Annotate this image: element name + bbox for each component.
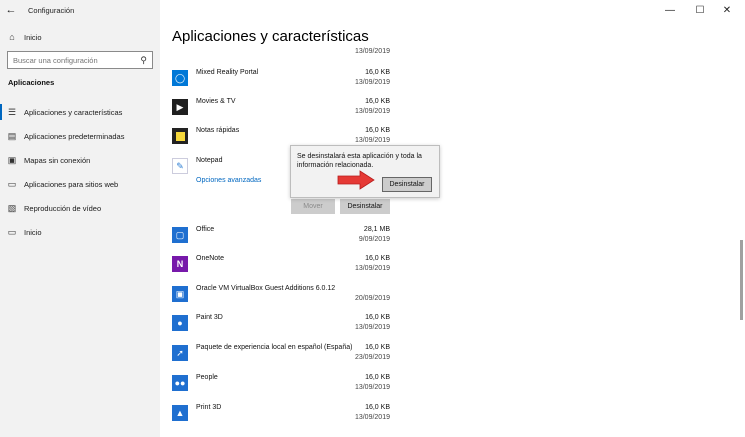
app-name: Notas rápidas [196, 127, 240, 134]
movies-icon: ▶ [172, 99, 188, 115]
red-arrow-icon [337, 170, 375, 190]
list-item-people[interactable]: ●● People 16,0 KB 13/09/2019 [172, 373, 390, 401]
app-size: 16,0 KB [365, 404, 390, 411]
sidebar-item-web-apps[interactable]: ▭ Aplicaciones para sitios web [0, 173, 160, 195]
list-item-movies[interactable]: ▶ Movies & TV 16,0 KB 13/09/2019 [172, 97, 390, 125]
sidebar-item-label: Mapas sin conexión [24, 155, 91, 165]
app-date: 9/09/2019 [358, 236, 390, 243]
app-name: Paquete de experiencia local en español … [196, 344, 353, 351]
sidebar: ← Configuración ⌂ Inicio ⚲ Aplicaciones … [0, 0, 160, 437]
sidebar-item-label: Reproducción de vídeo [24, 203, 102, 213]
sidebar-item-label: Inicio [24, 227, 42, 237]
app-date: 13/09/2019 [354, 324, 390, 331]
app-name: Office [196, 226, 215, 233]
sidebar-item-home[interactable]: ⌂ Inicio [0, 26, 160, 48]
language-pack-icon: ➚ [172, 345, 188, 361]
app-date: 13/09/2019 [354, 384, 390, 391]
mixed-reality-icon: ◯ [172, 70, 188, 86]
app-date: 13/09/2019 [354, 48, 390, 55]
notepad-icon: ✎ [172, 158, 188, 174]
sidebar-item-label: Aplicaciones y características [24, 107, 123, 117]
app-date: 13/09/2019 [354, 79, 390, 86]
app-name: Paint 3D [196, 314, 223, 321]
default-apps-icon: ▤ [7, 130, 17, 141]
app-size: 16,0 KB [365, 69, 390, 76]
app-date: 13/09/2019 [354, 108, 390, 115]
app-size: 16,0 KB [365, 314, 390, 321]
app-name: OneNote [196, 255, 225, 262]
advanced-options-link[interactable]: Opciones avanzadas [196, 177, 261, 184]
app-size: 28,1 MB [363, 226, 390, 233]
section-label: Aplicaciones [8, 78, 55, 87]
app-name: People [196, 374, 218, 381]
web-apps-icon: ▭ [7, 178, 17, 189]
video-icon: ▧ [7, 202, 17, 213]
back-arrow-icon[interactable]: ← [0, 0, 22, 20]
minimize-button[interactable]: — [655, 0, 685, 20]
startup-icon: ▭ [7, 226, 17, 237]
page-title: Aplicaciones y características [172, 28, 369, 45]
close-button[interactable]: ✕ [712, 0, 742, 20]
app-date: 13/09/2019 [354, 414, 390, 421]
sidebar-item-label: Aplicaciones para sitios web [24, 179, 119, 189]
map-icon: ▣ [7, 154, 17, 165]
app-date: 13/09/2019 [354, 265, 390, 272]
sticky-notes-icon [172, 128, 188, 144]
list-item-office[interactable]: ▢ Office 28,1 MB 9/09/2019 [172, 225, 390, 253]
list-icon: ☰ [7, 106, 17, 117]
app-name: Mixed Reality Portal [196, 69, 259, 76]
sidebar-item-label: Inicio [24, 32, 42, 42]
office-icon: ▢ [172, 227, 188, 243]
app-date: 23/09/2019 [354, 354, 390, 361]
print3d-icon: ▲ [172, 405, 188, 421]
home-icon: ⌂ [9, 32, 15, 42]
list-item-language-pack[interactable]: ➚ Paquete de experiencia local en españo… [172, 343, 390, 371]
list-item-mixed-reality[interactable]: ◯ Mixed Reality Portal 16,0 KB 13/09/201… [172, 68, 390, 96]
popup-message: Se desinstalará esta aplicación y toda l… [297, 153, 422, 169]
search-box[interactable]: ⚲ [7, 51, 153, 69]
app-size: 16,0 KB [365, 98, 390, 105]
onenote-icon: N [172, 256, 188, 272]
list-item-print3d[interactable]: ▲ Print 3D 16,0 KB 13/09/2019 [172, 403, 390, 431]
app-name: Print 3D [196, 404, 222, 411]
sidebar-item-label: Aplicaciones predeterminadas [24, 131, 125, 141]
sidebar-item-offline-maps[interactable]: ▣ Mapas sin conexión [0, 149, 160, 171]
list-item-paint3d[interactable]: ● Paint 3D 16,0 KB 13/09/2019 [172, 313, 390, 341]
app-name: Notepad [196, 157, 223, 164]
confirm-uninstall-button[interactable]: Desinstalar [382, 177, 432, 192]
list-item-onenote[interactable]: N OneNote 16,0 KB 13/09/2019 [172, 254, 390, 282]
sidebar-item-apps-features[interactable]: ☰ Aplicaciones y características [0, 101, 160, 123]
sidebar-item-video[interactable]: ▧ Reproducción de vídeo [0, 197, 160, 219]
app-name: Oracle VM VirtualBox Guest Additions 6.0… [196, 285, 336, 292]
app-date: 20/09/2019 [354, 295, 390, 302]
sidebar-item-startup[interactable]: ▭ Inicio [0, 221, 160, 243]
app-size: 16,0 KB [365, 344, 390, 351]
uninstall-button[interactable]: Desinstalar [340, 199, 390, 214]
virtualbox-icon: ▣ [172, 286, 188, 302]
maximize-button[interactable]: ☐ [685, 0, 715, 20]
app-title: Configuración [28, 5, 75, 15]
app-size: 16,0 KB [365, 255, 390, 262]
people-icon: ●● [172, 375, 188, 391]
app-name: Movies & TV [196, 98, 236, 105]
list-item-virtualbox[interactable]: ▣ Oracle VM VirtualBox Guest Additions 6… [172, 284, 390, 312]
sidebar-item-default-apps[interactable]: ▤ Aplicaciones predeterminadas [0, 125, 160, 147]
scrollbar[interactable] [740, 240, 743, 320]
title-bar: ← Configuración [0, 0, 160, 20]
app-date: 13/09/2019 [354, 137, 390, 144]
search-icon: ⚲ [140, 55, 147, 65]
search-input[interactable] [13, 55, 133, 65]
paint3d-icon: ● [172, 315, 188, 331]
app-size: 16,0 KB [365, 374, 390, 381]
move-button[interactable]: Mover [291, 199, 335, 214]
app-size: 16,0 KB [365, 127, 390, 134]
